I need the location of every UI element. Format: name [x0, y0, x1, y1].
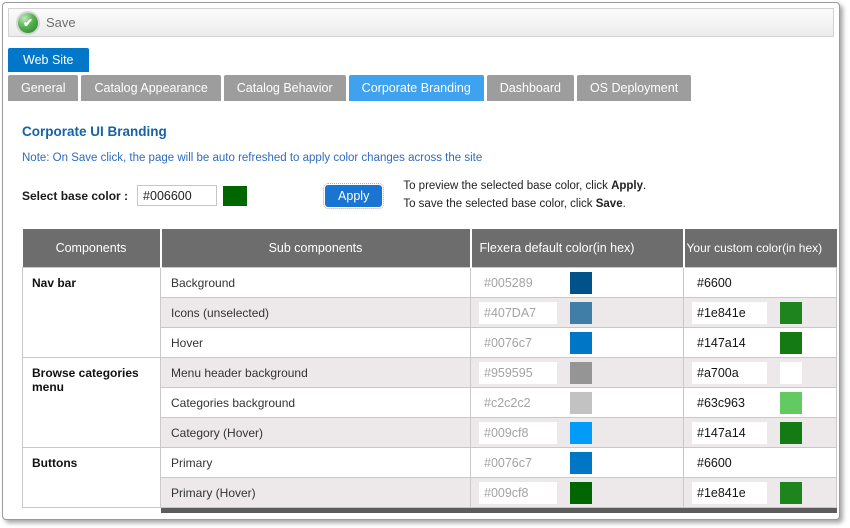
component-group-label: Browse categories menu: [23, 358, 161, 448]
custom-color-cell: [684, 268, 837, 298]
default-hex-input: [479, 302, 557, 324]
tab-bar: GeneralCatalog AppearanceCatalog Behavio…: [8, 75, 839, 101]
sub-component-label: Menu header background: [161, 358, 471, 388]
base-color-input[interactable]: [137, 185, 217, 206]
header-components: Components: [23, 229, 161, 268]
color-swatch: [780, 392, 802, 414]
save-button-label: Save: [46, 15, 76, 30]
toolbar: ✔ Save: [8, 8, 834, 37]
color-swatch: [780, 452, 802, 474]
sub-component-label: Background: [161, 268, 471, 298]
page-title: Corporate UI Branding: [22, 124, 827, 139]
table-row: Browse categories menuMenu header backgr…: [23, 358, 837, 388]
tab-general[interactable]: General: [8, 75, 78, 101]
instruction-line-1: To preview the selected base color, clic…: [403, 178, 646, 196]
custom-color-cell: [684, 478, 837, 508]
sub-component-label: Primary (Hover): [161, 478, 471, 508]
header-custom-color: Your custom color(in hex): [684, 229, 837, 268]
instructions-text: To preview the selected base color, clic…: [403, 178, 646, 214]
color-swatch: [570, 362, 592, 384]
save-button[interactable]: ✔ Save: [18, 13, 76, 33]
default-color-cell: [471, 448, 684, 478]
component-group-label: Buttons: [23, 448, 161, 508]
cutoff-dark-cell: [161, 508, 837, 513]
default-color-cell: [471, 298, 684, 328]
save-check-icon: ✔: [18, 13, 38, 33]
default-hex-input: [479, 452, 557, 474]
custom-color-cell: [684, 388, 837, 418]
custom-color-cell: [684, 358, 837, 388]
default-color-cell: [471, 418, 684, 448]
default-color-cell: [471, 358, 684, 388]
header-sub-components: Sub components: [161, 229, 471, 268]
sub-component-label: Icons (unselected): [161, 298, 471, 328]
sub-component-label: Hover: [161, 328, 471, 358]
color-swatch: [570, 392, 592, 414]
color-swatch: [570, 332, 592, 354]
default-hex-input: [479, 392, 557, 414]
tab-dashboard[interactable]: Dashboard: [487, 75, 574, 101]
content-area: Corporate UI Branding Note: On Save clic…: [3, 124, 839, 513]
color-swatch: [570, 272, 592, 294]
default-color-cell: [471, 478, 684, 508]
custom-hex-input[interactable]: [692, 422, 767, 444]
component-group-label: Nav bar: [23, 268, 161, 358]
custom-color-cell: [684, 298, 837, 328]
header-default-color: Flexera default color(in hex): [471, 229, 684, 268]
base-color-swatch: [223, 186, 247, 206]
custom-hex-input[interactable]: [692, 392, 767, 414]
default-color-cell: [471, 328, 684, 358]
branding-table-body: Nav barBackgroundIcons (unselected)Hover…: [23, 268, 837, 513]
cutoff-blank-cell: [23, 508, 161, 513]
color-swatch: [570, 302, 592, 324]
custom-hex-input[interactable]: [692, 482, 767, 504]
custom-hex-input[interactable]: [692, 272, 767, 294]
tab-os-deployment[interactable]: OS Deployment: [577, 75, 691, 101]
color-swatch: [780, 272, 802, 294]
apply-button[interactable]: Apply: [325, 185, 382, 207]
default-hex-input: [479, 362, 557, 384]
note-text: Note: On Save click, the page will be au…: [22, 152, 827, 164]
default-color-cell: [471, 388, 684, 418]
default-hex-input: [479, 422, 557, 444]
color-swatch: [780, 332, 802, 354]
color-swatch: [570, 422, 592, 444]
custom-color-cell: [684, 418, 837, 448]
default-color-cell: [471, 268, 684, 298]
color-swatch: [780, 302, 802, 324]
custom-hex-input[interactable]: [692, 452, 767, 474]
instruction-line-2: To save the selected base color, click S…: [403, 196, 646, 214]
tab-catalog-appearance[interactable]: Catalog Appearance: [81, 75, 220, 101]
table-row: Nav barBackground: [23, 268, 837, 298]
custom-hex-input[interactable]: [692, 332, 767, 354]
sub-component-label: Primary: [161, 448, 471, 478]
table-row: ButtonsPrimary: [23, 448, 837, 478]
default-hex-input: [479, 482, 557, 504]
cutoff-row: [23, 508, 837, 513]
default-hex-input: [479, 272, 557, 294]
custom-hex-input[interactable]: [692, 362, 767, 384]
tab-web-site[interactable]: Web Site: [8, 48, 89, 72]
app-window: ✔ Save Web Site GeneralCatalog Appearanc…: [2, 2, 840, 520]
custom-color-cell: [684, 328, 837, 358]
custom-hex-input[interactable]: [692, 302, 767, 324]
color-swatch: [780, 362, 802, 384]
sub-component-label: Categories background: [161, 388, 471, 418]
color-swatch: [780, 422, 802, 444]
custom-color-cell: [684, 448, 837, 478]
tab-catalog-behavior[interactable]: Catalog Behavior: [224, 75, 346, 101]
color-swatch: [570, 452, 592, 474]
default-hex-input: [479, 332, 557, 354]
base-color-label: Select base color :: [22, 189, 128, 203]
color-swatch: [780, 482, 802, 504]
tab-corporate-branding[interactable]: Corporate Branding: [349, 75, 484, 101]
table-header-row: Components Sub components Flexera defaul…: [23, 229, 837, 268]
sub-component-label: Category (Hover): [161, 418, 471, 448]
color-swatch: [570, 482, 592, 504]
base-color-controls: Select base color : Apply To preview the…: [22, 178, 827, 214]
branding-table: Components Sub components Flexera defaul…: [22, 229, 837, 513]
